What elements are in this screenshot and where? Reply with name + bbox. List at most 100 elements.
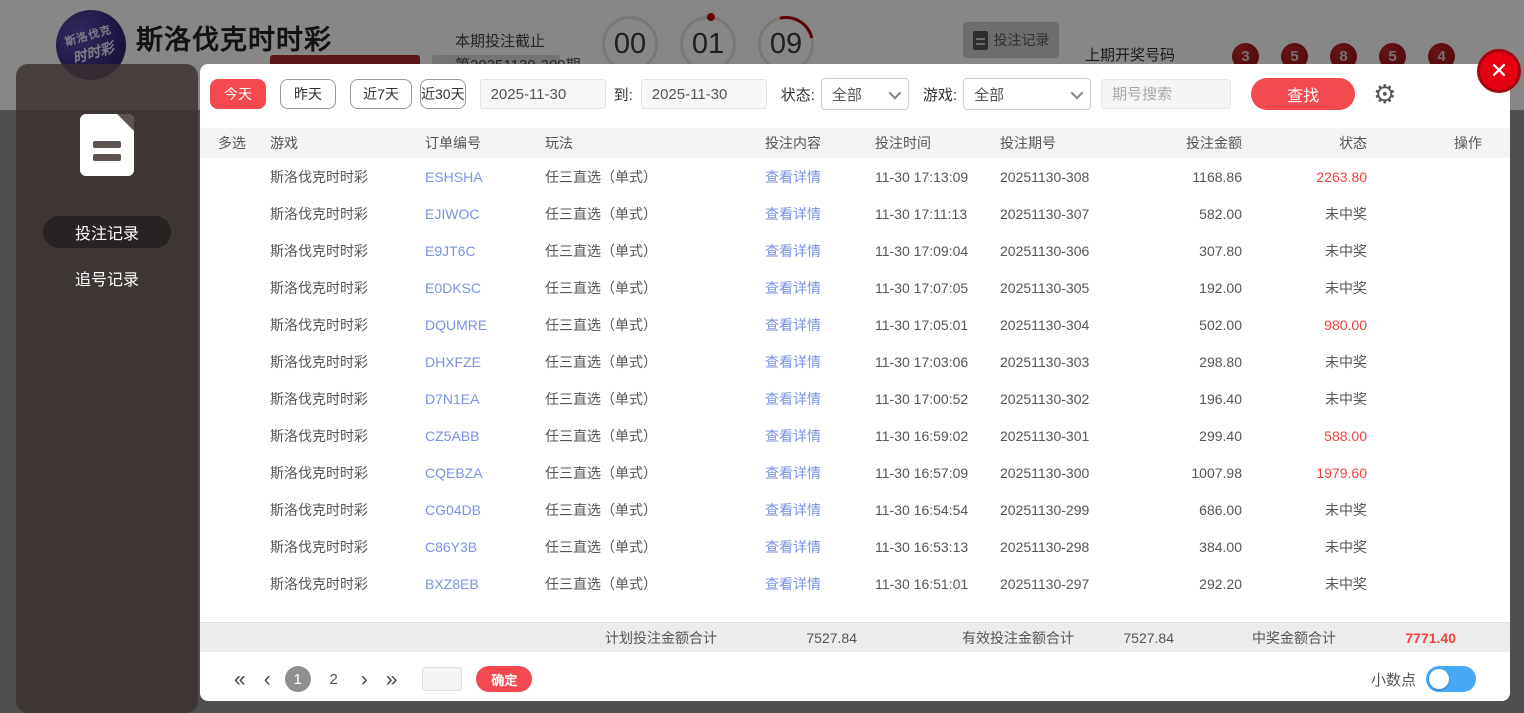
view-details-link[interactable]: 查看详情 [765,465,821,481]
sidebar-item[interactable]: 追号记录 [43,262,171,294]
last-page-button[interactable]: » [386,669,398,690]
order-id-link[interactable]: CQEBZA [425,465,483,481]
bet-time-cell: 11-30 17:03:06 [875,353,969,370]
bet-amount-cell: 196.40 [1199,390,1242,407]
decimal-toggle-switch[interactable] [1426,666,1476,692]
status-label: 状态: [780,86,815,104]
play-type-cell: 任三直选（单式） [545,353,657,370]
status-cell: 1979.60 [1316,464,1367,481]
view-details-link[interactable]: 查看详情 [765,317,821,333]
status-cell: 未中奖 [1325,575,1367,592]
next-page-button[interactable]: › [361,669,368,690]
bet-time-cell: 11-30 17:05:01 [875,316,969,333]
view-details-link[interactable]: 查看详情 [765,243,821,259]
goto-page-input[interactable] [422,667,463,691]
view-details-link[interactable]: 查看详情 [765,206,821,222]
order-id-link[interactable]: E9JT6C [425,243,476,259]
quick-filter-button[interactable]: 昨天 [280,79,336,109]
bet-amount-cell: 686.00 [1199,501,1242,518]
order-id-cell: C86Y3B [407,528,527,565]
order-id-link[interactable]: C86Y3B [425,539,477,555]
order-id-link[interactable]: CZ5ABB [425,428,479,444]
game-cell: 斯洛伐克时时彩 [270,464,368,481]
confirm-page-button[interactable]: 确定 [476,666,533,692]
actions-cell [1367,491,1510,528]
bet-time-cell: 11-30 16:54:54 [875,501,969,518]
game-cell: 斯洛伐克时时彩 [270,168,368,185]
filter-bar: 今天 昨天 近7天 近30天 到: 状态: 全部 游戏: 全部 查找 ⚙ [210,78,1396,110]
order-id-link[interactable]: ESHSHA [425,169,483,185]
view-details-link[interactable]: 查看详情 [765,539,821,555]
play-type-cell: 任三直选（单式） [545,501,657,518]
sidebar-menu: 投注记录 追号记录 [16,216,198,294]
summary-bar: 计划投注金额合计 7527.84 有效投注金额合计 7527.84 中奖金额合计… [200,622,1510,652]
first-page-button[interactable]: « [234,669,246,690]
order-id-link[interactable]: DHXFZE [425,354,481,370]
quick-filter-button[interactable]: 近7天 [350,79,412,109]
game-cell: 斯洛伐克时时彩 [270,205,368,222]
view-details-link[interactable]: 查看详情 [765,502,821,518]
game-cell: 斯洛伐克时时彩 [270,242,368,259]
page-number-button[interactable]: 2 [321,666,347,692]
period-search-input[interactable] [1101,79,1232,109]
view-details-link[interactable]: 查看详情 [765,280,821,296]
multiselect-cell [200,491,252,528]
page-number-button[interactable]: 1 [284,666,311,692]
order-id-link[interactable]: DQUMRE [425,317,487,333]
play-type-cell: 任三直选（单式） [545,205,657,222]
chevron-down-icon [1070,86,1084,99]
close-modal-button[interactable]: ✕ [1477,49,1521,93]
date-from-input[interactable] [479,79,606,109]
actions-cell [1367,454,1510,491]
bet-period-cell: 20251130-298 [1000,538,1090,555]
bet-amount-cell: 384.00 [1199,538,1242,555]
decimal-toggle-label: 小数点 [1370,671,1416,689]
actions-cell [1367,528,1510,565]
status-cell: 未中奖 [1325,501,1367,518]
play-type-cell: 任三直选（单式） [545,242,657,259]
col-multiselect: 多选 [200,128,252,158]
game-cell: 斯洛伐克时时彩 [270,575,368,592]
sidebar-item[interactable]: 投注记录 [43,216,171,248]
order-id-link[interactable]: D7N1EA [425,391,479,407]
view-details-link[interactable]: 查看详情 [765,391,821,407]
multiselect-cell [200,158,252,195]
quick-filter-button[interactable]: 近30天 [420,79,466,109]
col-bet-amount: 投注金额 [1132,128,1242,158]
quick-filter-button[interactable]: 今天 [210,79,266,109]
play-type-cell: 任三直选（单式） [545,168,657,185]
date-to-input[interactable] [640,79,767,109]
actions-cell [1367,565,1510,602]
search-button[interactable]: 查找 [1251,78,1356,110]
table-header: 多选 游戏 订单编号 玩法 投注内容 投注时间 投注期号 投注金额 状态 操作 [200,128,1510,158]
order-id-cell: D7N1EA [407,380,527,417]
gear-icon[interactable]: ⚙ [1373,81,1396,107]
bet-period-cell: 20251130-304 [1000,316,1090,333]
sidebar-item-label: 投注记录 [74,226,139,243]
multiselect-cell [200,528,252,565]
bet-time-cell: 11-30 17:07:05 [875,279,969,296]
bet-time-cell: 11-30 16:53:13 [875,538,969,555]
bet-amount-cell: 502.00 [1199,316,1242,333]
bet-period-cell: 20251130-299 [1000,501,1090,518]
view-details-link[interactable]: 查看详情 [765,428,821,444]
order-id-link[interactable]: BXZ8EB [425,576,479,592]
table-row: 斯洛伐克时时彩 E9JT6C 任三直选（单式） 查看详情 11-30 17:09… [200,232,1510,269]
view-details-link[interactable]: 查看详情 [765,576,821,592]
order-id-link[interactable]: CG04DB [425,502,481,518]
order-id-cell: CQEBZA [407,454,527,491]
play-type-cell: 任三直选（单式） [545,427,657,444]
bet-amount-cell: 307.80 [1199,242,1242,259]
multiselect-cell [200,417,252,454]
prev-page-button[interactable]: ‹ [264,669,271,690]
game-select[interactable]: 全部 [963,78,1092,110]
game-cell: 斯洛伐克时时彩 [270,316,368,333]
valid-total-label: 有效投注金额合计 [962,629,1074,646]
order-id-link[interactable]: EJIWOC [425,206,479,222]
view-details-link[interactable]: 查看详情 [765,169,821,185]
status-select[interactable]: 全部 [820,78,909,110]
multiselect-cell [200,565,252,602]
order-id-link[interactable]: E0DKSC [425,280,481,296]
view-details-link[interactable]: 查看详情 [765,354,821,370]
bet-content-cell: 查看详情 [747,528,857,565]
